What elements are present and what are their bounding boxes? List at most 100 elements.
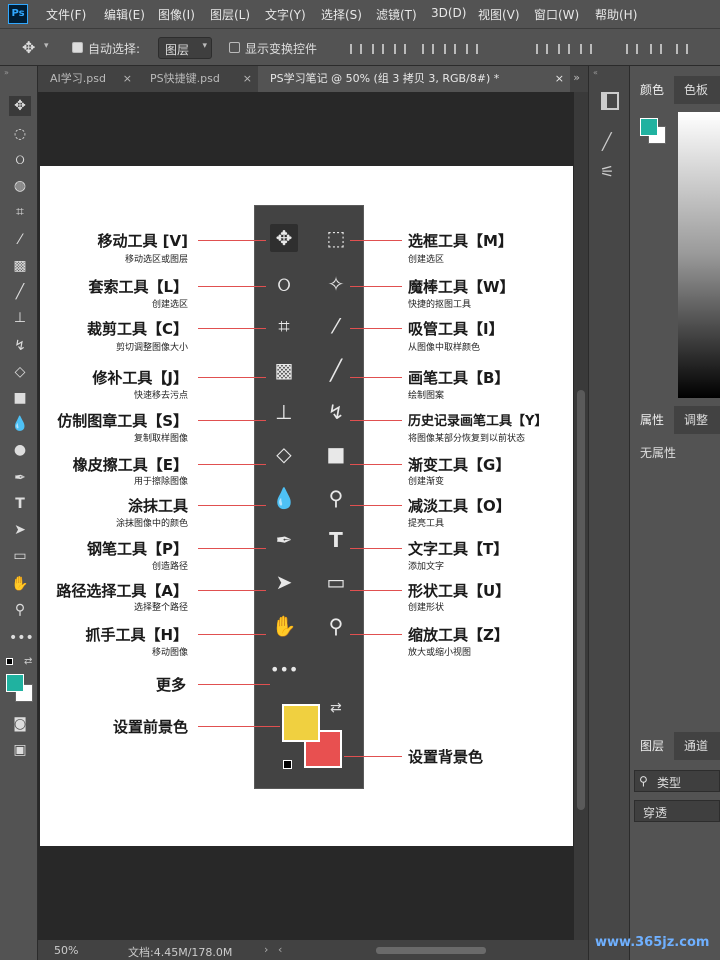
pointer-line [350, 240, 402, 241]
chevron-down-icon[interactable]: ▾ [44, 41, 49, 51]
pointer-line [350, 286, 402, 287]
menu-3d[interactable]: 3D(D) [431, 6, 466, 20]
history-panel-icon[interactable] [601, 92, 619, 110]
history-brush-tool-icon[interactable]: ↯ [9, 336, 31, 356]
auto-select-checkbox[interactable] [72, 42, 83, 53]
sub-stamp-tool: 复制取样图像 [133, 434, 188, 444]
auto-select-dropdown[interactable]: 图层 ▾ [158, 37, 212, 59]
pointer-line [350, 590, 402, 591]
chevron-right-icon[interactable]: › [264, 943, 268, 956]
close-icon[interactable]: × [555, 66, 564, 92]
chevron-down-icon: ▾ [202, 41, 207, 51]
document-size[interactable]: 文档:4.45M/178.0M [128, 944, 232, 960]
move-icon[interactable]: ✥ [22, 38, 35, 57]
distribute-vcenter-icon[interactable] [558, 44, 570, 54]
foreground-color-swatch[interactable] [6, 674, 24, 692]
stamp-tool-icon[interactable]: ⊥ [9, 308, 31, 328]
tab-color[interactable]: 颜色 [630, 76, 675, 104]
search-icon: ⚲ [639, 774, 648, 788]
collapse-icon[interactable]: » [4, 68, 9, 77]
tab-properties[interactable]: 属性 [630, 406, 675, 434]
swap-colors-icon[interactable]: ⇄ [24, 656, 32, 667]
tab-adjustments[interactable]: 调整 [674, 406, 718, 434]
color-picker-field[interactable] [678, 112, 720, 398]
adjustments-icon[interactable]: ⚟ [600, 162, 614, 181]
menu-file[interactable]: 文件(F) [46, 6, 86, 23]
menu-edit[interactable]: 编辑(E) [104, 6, 145, 23]
eyedropper-tool-icon[interactable]: ⁄ [9, 230, 31, 250]
menu-window[interactable]: 窗口(W) [534, 6, 579, 23]
pointer-line [344, 756, 402, 757]
tab-layers[interactable]: 图层 [630, 732, 675, 760]
pointer-line [198, 684, 270, 685]
scrollbar-thumb[interactable] [577, 390, 585, 810]
align-hcenter-icon[interactable] [444, 44, 456, 54]
zoom-level[interactable]: 50% [54, 944, 78, 957]
layer-filter-select[interactable]: ⚲ 类型 [634, 770, 720, 792]
type-tool-icon[interactable]: T [9, 494, 31, 514]
marquee-tool-icon[interactable]: ◌ [9, 124, 31, 144]
distribute-bottom-icon[interactable] [580, 44, 592, 54]
distribute-left-icon[interactable] [626, 44, 638, 54]
distribute-top-icon[interactable] [536, 44, 548, 54]
menu-image[interactable]: 图像(I) [158, 6, 195, 23]
eraser-tool-icon[interactable]: ◇ [9, 362, 31, 382]
blend-mode-select[interactable]: 穿透 [634, 800, 720, 822]
quick-select-tool-icon[interactable]: ◍ [9, 176, 31, 196]
sub-brush-tool: 绘制图案 [408, 391, 445, 401]
tabs-overflow-icon[interactable]: » [573, 71, 580, 84]
horizontal-scrollbar[interactable] [376, 947, 486, 954]
zoom-tool-icon[interactable]: ⚲ [9, 600, 31, 620]
lasso-tool-icon[interactable]: ଠ [9, 150, 31, 170]
pen-tool-icon[interactable]: ✒ [9, 468, 31, 488]
pointer-line [198, 240, 266, 241]
distribute-right-icon[interactable] [676, 44, 688, 54]
menu-layer[interactable]: 图层(L) [210, 6, 250, 23]
sub-zoom-tool: 放大或缩小视图 [408, 648, 472, 658]
align-vcenter-icon[interactable] [372, 44, 384, 54]
menu-view[interactable]: 视图(V) [478, 6, 520, 23]
align-left-icon[interactable] [422, 44, 434, 54]
more-icon: ••• [270, 660, 299, 679]
close-icon[interactable]: × [123, 66, 132, 92]
close-icon[interactable]: × [243, 66, 252, 92]
brush-settings-icon[interactable]: ╱ [602, 132, 612, 151]
menu-type[interactable]: 文字(Y) [265, 6, 306, 23]
label-marquee-tool: 选框工具【M】 [408, 232, 513, 250]
menu-select[interactable]: 选择(S) [321, 6, 362, 23]
menu-filter[interactable]: 滤镜(T) [376, 6, 417, 23]
tab-ps-shortcuts[interactable]: PS快捷键.psd × [138, 66, 258, 92]
tab-ps-notes[interactable]: PS学习笔记 @ 50% (组 3 拷贝 3, RGB/8#) * × [258, 66, 570, 92]
align-bottom-icon[interactable] [394, 44, 406, 54]
distribute-hcenter-icon[interactable] [650, 44, 662, 54]
screen-mode-icon[interactable]: ▣ [9, 740, 31, 760]
hand-tool-icon[interactable]: ✋ [9, 574, 31, 594]
path-select-tool-icon[interactable]: ➤ [9, 520, 31, 540]
expand-icon[interactable]: « [593, 68, 598, 77]
crop-tool-icon[interactable]: ⌗ [9, 202, 31, 222]
gradient-tool-icon[interactable]: ■ [9, 388, 31, 408]
blur-tool-icon[interactable]: 💧 [9, 414, 31, 434]
options-bar: ✥ ▾ 自动选择: 图层 ▾ 显示变换控件 [0, 28, 720, 66]
brush-tool-icon[interactable]: ╱ [9, 282, 31, 302]
shape-tool-icon[interactable]: ▭ [9, 546, 31, 566]
quick-mask-icon[interactable]: ◙ [9, 714, 31, 734]
show-transform-checkbox[interactable] [229, 42, 240, 53]
menu-help[interactable]: 帮助(H) [595, 6, 637, 23]
chevron-left-icon[interactable]: ‹ [278, 943, 282, 956]
label-type-tool: 文字工具【T】 [408, 540, 509, 558]
healing-tool-icon[interactable]: ▩ [9, 256, 31, 276]
tab-ai-study[interactable]: AI学习.psd × [38, 66, 138, 92]
align-right-icon[interactable] [466, 44, 478, 54]
more-tools-icon[interactable]: ••• [9, 628, 34, 648]
align-top-icon[interactable] [350, 44, 362, 54]
tab-swatches[interactable]: 色板 [674, 76, 718, 104]
move-tool-icon[interactable]: ✥ [9, 96, 31, 116]
panel-foreground-swatch[interactable] [640, 118, 658, 136]
label-magic-wand-tool: 魔棒工具【W】 [408, 278, 515, 296]
default-colors-icon[interactable] [6, 658, 13, 665]
auto-select-label: 自动选择: [88, 42, 141, 56]
dodge-tool-icon[interactable]: ● [9, 440, 31, 460]
panel-icon-strip: « ╱ ⚟ [588, 66, 630, 960]
tab-channels[interactable]: 通道 [674, 732, 718, 760]
